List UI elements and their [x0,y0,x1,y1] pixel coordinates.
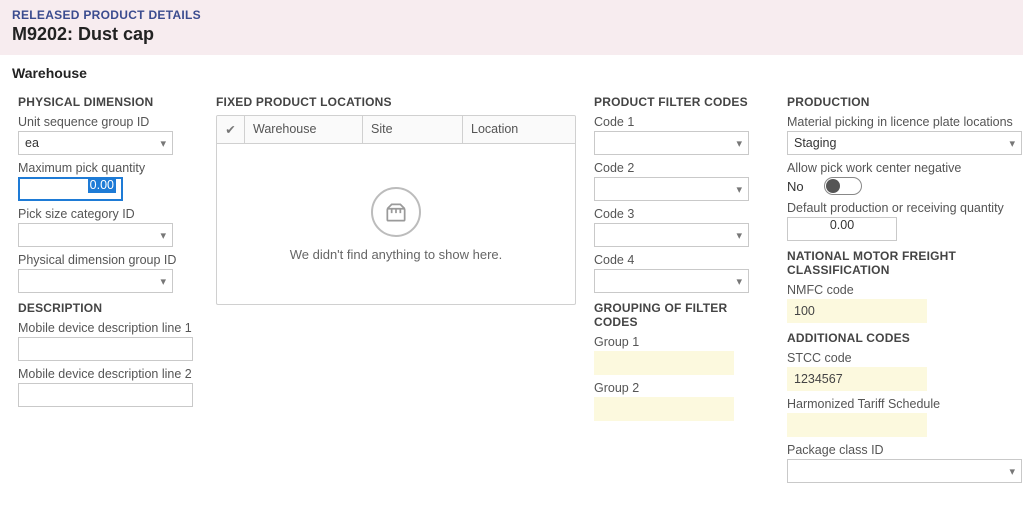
code2-combo[interactable]: ▾ [594,177,749,201]
label-material-picking: Material picking in licence plate locati… [787,115,1023,129]
empty-text: We didn't find anything to show here. [290,247,503,262]
form-canvas: PHYSICAL DIMENSION Unit sequence group I… [0,85,1023,503]
code1-combo[interactable]: ▾ [594,131,749,155]
phys-dim-group-combo[interactable]: ▾ [18,269,173,293]
label-pick-size-category: Pick size category ID [18,207,198,221]
label-default-qty: Default production or receiving quantity [787,201,1023,215]
group-filter-groups: GROUPING OF FILTER CODES [594,301,769,329]
default-qty-input[interactable]: 0.00 [787,217,897,241]
label-code4: Code 4 [594,253,769,267]
column-warehouse[interactable]: Warehouse [245,116,363,143]
empty-box-icon [371,187,421,237]
chevron-down-icon: ▾ [736,229,742,242]
toggle-knob [826,179,840,193]
label-phys-dim-group: Physical dimension group ID [18,253,198,267]
label-stcc-code: STCC code [787,351,1023,365]
chevron-down-icon: ▾ [160,275,166,288]
chevron-down-icon: ▾ [160,229,166,242]
chevron-down-icon: ▾ [1009,465,1015,478]
group-additional-codes: ADDITIONAL CODES [787,331,1023,345]
column-select-all[interactable]: ✔ [217,116,245,143]
label-max-pick-qty: Maximum pick quantity [18,161,198,175]
group-filter-codes: PRODUCT FILTER CODES [594,95,769,109]
group2-value [594,397,734,421]
page-header: RELEASED PRODUCT DETAILS M9202: Dust cap [0,0,1023,55]
label-unit-sequence-group: Unit sequence group ID [18,115,198,129]
stcc-code-value: 1234567 [787,367,927,391]
label-group2: Group 2 [594,381,769,395]
package-class-combo[interactable]: ▾ [787,459,1022,483]
label-nmfc-code: NMFC code [787,283,1023,297]
group-fixed-locations: FIXED PRODUCT LOCATIONS [216,95,576,109]
label-package-class: Package class ID [787,443,1023,457]
column-site[interactable]: Site [363,116,463,143]
group1-value [594,351,734,375]
label-mobile-desc-1: Mobile device description line 1 [18,321,198,335]
code3-combo[interactable]: ▾ [594,223,749,247]
allow-negative-value: No [787,179,804,194]
allow-negative-toggle[interactable] [824,177,862,195]
label-code1: Code 1 [594,115,769,129]
chevron-down-icon: ▾ [736,183,742,196]
label-group1: Group 1 [594,335,769,349]
chevron-down-icon: ▾ [736,137,742,150]
pick-size-category-combo[interactable]: ▾ [18,223,173,247]
mobile-desc-1-input[interactable] [18,337,193,361]
hts-value [787,413,927,437]
group-description: DESCRIPTION [18,301,198,315]
page-title: M9202: Dust cap [12,24,1011,45]
code4-combo[interactable]: ▾ [594,269,749,293]
chevron-down-icon: ▾ [1009,137,1015,150]
chevron-down-icon: ▾ [736,275,742,288]
unit-sequence-group-combo[interactable]: ea ▾ [18,131,173,155]
material-picking-combo[interactable]: Staging ▾ [787,131,1022,155]
page-overline: RELEASED PRODUCT DETAILS [12,8,1011,22]
group-production: PRODUCTION [787,95,1023,109]
label-allow-negative: Allow pick work center negative [787,161,1023,175]
max-pick-qty-value: 0.00 [88,177,116,193]
label-hts: Harmonized Tariff Schedule [787,397,1023,411]
fixed-locations-grid: ✔ Warehouse Site Location We didn't find… [216,115,576,305]
fixed-locations-header: ✔ Warehouse Site Location [217,116,575,144]
column-location[interactable]: Location [463,116,575,143]
label-mobile-desc-2: Mobile device description line 2 [18,367,198,381]
nmfc-code-value: 100 [787,299,927,323]
mobile-desc-2-input[interactable] [18,383,193,407]
fixed-locations-empty: We didn't find anything to show here. [217,144,575,304]
default-qty-value: 0.00 [830,218,854,232]
label-code2: Code 2 [594,161,769,175]
unit-sequence-group-value: ea [25,136,156,150]
group-physical-dimension: PHYSICAL DIMENSION [18,95,198,109]
section-title: Warehouse [0,55,1023,85]
chevron-down-icon: ▾ [160,137,166,150]
group-nmfc: NATIONAL MOTOR FREIGHT CLASSIFICATION [787,249,1023,277]
max-pick-qty-input[interactable]: 0.00 [18,177,123,201]
label-code3: Code 3 [594,207,769,221]
material-picking-value: Staging [794,136,1005,150]
